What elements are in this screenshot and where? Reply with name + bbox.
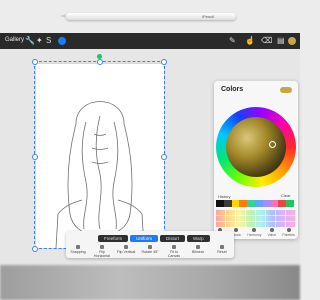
bilinear-button[interactable]: Bilinear xyxy=(188,245,208,258)
corner-handle[interactable] xyxy=(161,59,167,65)
history-color-swatch[interactable] xyxy=(216,200,224,207)
flip-horizontal-icon xyxy=(100,245,104,249)
layers-icon[interactable]: ▤ xyxy=(277,36,285,45)
blurred-background xyxy=(0,265,300,300)
active-color-icon[interactable] xyxy=(288,37,296,45)
top-toolbar: Gallery 🔧 ✦ S ✎ ☝ ⌫ ▤ xyxy=(0,33,300,49)
history-color-swatch[interactable] xyxy=(270,200,279,207)
current-color-swatch[interactable] xyxy=(280,87,292,93)
edge-handle[interactable] xyxy=(161,154,167,160)
history-color-swatch[interactable] xyxy=(286,200,294,207)
wrench-icon[interactable]: 🔧 xyxy=(25,36,35,45)
history-color-swatch[interactable] xyxy=(239,200,248,207)
history-label: History xyxy=(218,194,231,199)
color-picker-knob[interactable] xyxy=(269,141,276,148)
transform-icon[interactable] xyxy=(58,37,66,45)
mode-freeform-button[interactable]: Freeform xyxy=(98,235,129,242)
reset-button[interactable]: Reset xyxy=(212,245,232,258)
color-history-row xyxy=(216,200,294,207)
fit-to-canvas-button[interactable]: Fit to Canvas xyxy=(164,245,184,258)
pencil-brand: iPencil xyxy=(202,14,214,19)
tab-harmony[interactable]: Harmony xyxy=(247,228,261,238)
reset-icon xyxy=(220,245,224,249)
history-color-swatch[interactable] xyxy=(223,200,232,207)
corner-handle[interactable] xyxy=(32,59,38,65)
selection-bounding-box[interactable] xyxy=(34,61,165,249)
rotate-45-button[interactable]: Rotate 45° xyxy=(140,245,160,258)
eraser-icon[interactable]: ⌫ xyxy=(261,36,272,45)
history-color-swatch[interactable] xyxy=(247,200,255,207)
tab-value[interactable]: Value xyxy=(268,228,276,238)
snapping-icon xyxy=(76,245,80,249)
flip-horizontal-button[interactable]: Flip Horizontal xyxy=(92,245,112,258)
mode-distort-button[interactable]: Distort xyxy=(160,235,186,242)
flip-vertical-button[interactable]: Flip Vertical xyxy=(116,245,136,258)
edge-handle[interactable] xyxy=(32,154,38,160)
transform-mode-row: Freeform Uniform Distort Warp xyxy=(98,235,210,242)
corner-handle[interactable] xyxy=(32,246,38,252)
transform-toolbar: Freeform Uniform Distort Warp Snapping F… xyxy=(66,231,234,258)
selection-icon[interactable]: S xyxy=(46,36,51,45)
brush-icon[interactable]: ✎ xyxy=(229,36,236,45)
edge-handle[interactable] xyxy=(97,59,103,65)
history-color-swatch[interactable] xyxy=(254,200,263,207)
color-disc[interactable] xyxy=(216,107,296,187)
mode-uniform-button[interactable]: Uniform xyxy=(130,235,159,242)
smudge-icon[interactable]: ☝ xyxy=(245,36,255,45)
magic-wand-icon[interactable]: ✦ xyxy=(36,36,43,45)
colors-panel-title: Colors xyxy=(221,86,244,93)
interpolation-icon xyxy=(196,245,200,249)
flip-vertical-icon xyxy=(124,245,128,249)
pencil-tip xyxy=(60,14,66,18)
rotate-icon xyxy=(148,245,152,249)
snapping-button[interactable]: Snapping xyxy=(68,245,88,258)
color-palette-grid[interactable] xyxy=(216,210,296,227)
apple-pencil: iPencil xyxy=(60,13,236,20)
tab-palettes[interactable]: Palettes xyxy=(282,228,295,238)
history-color-swatch[interactable] xyxy=(231,200,240,207)
mode-warp-button[interactable]: Warp xyxy=(187,235,210,242)
transform-action-row: Snapping Flip Horizontal Flip Vertical R… xyxy=(68,245,232,258)
clear-history-button[interactable]: Clear xyxy=(281,193,291,198)
gallery-button[interactable]: Gallery xyxy=(5,37,24,43)
drawing-canvas[interactable] xyxy=(32,54,167,252)
saturation-brightness-disc[interactable] xyxy=(226,117,286,177)
history-color-swatch[interactable] xyxy=(278,200,287,207)
fit-icon xyxy=(172,245,176,249)
history-color-swatch[interactable] xyxy=(262,200,271,207)
